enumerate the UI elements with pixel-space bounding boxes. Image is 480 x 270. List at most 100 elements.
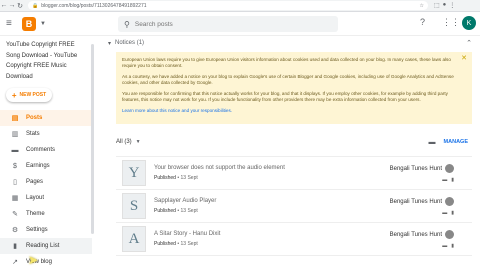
post-author: Bengali Tunes Hunt [389, 198, 442, 205]
blog-title-line: Song Download - YouTube [6, 52, 78, 59]
blog-title[interactable]: YouTube Copyright FREE Song Download - Y… [0, 36, 92, 82]
filter-label: All (3) [116, 139, 132, 145]
hamburger-menu-icon[interactable]: ≡ [6, 18, 18, 29]
post-filter-dropdown[interactable]: All (3) ▼ [116, 139, 141, 145]
mouse-cursor-icon: ➤ [28, 253, 39, 267]
blog-title-line: YouTube Copyright FREE [6, 42, 75, 48]
post-author: Bengali Tunes Hunt [389, 231, 442, 238]
notices-header[interactable]: ▾ Notices (1) ⌃ [100, 36, 478, 50]
close-icon[interactable]: ✕ [461, 55, 467, 62]
comment-icon: ▬ [442, 210, 448, 216]
post-date: 13 Sept [180, 208, 198, 214]
search-bar[interactable]: ⚲ [118, 16, 338, 32]
star-icon[interactable]: ☆ [420, 3, 424, 9]
sidebar-item-label: Posts [26, 115, 43, 121]
post-status: Published [154, 241, 176, 247]
sidebar-item-settings[interactable]: ⚙ Settings [0, 222, 92, 238]
post-date: 13 Sept [180, 175, 198, 181]
sidebar-item-label: Comments [26, 147, 56, 153]
label-icon[interactable]: ▬ [429, 139, 436, 146]
new-post-button[interactable]: + NEW POST [6, 88, 52, 102]
views-icon: ▮ [451, 177, 454, 183]
caret-down-icon: ▼ [135, 139, 141, 145]
manage-button[interactable]: MANAGE [444, 139, 468, 145]
author-avatar [445, 197, 454, 206]
sidebar-scrollbar[interactable] [91, 44, 94, 234]
views-icon: ▮ [451, 210, 454, 216]
theme-icon: ✎ [12, 211, 18, 218]
post-title[interactable]: Your browser does not support the audio … [154, 165, 285, 171]
learn-more-link[interactable]: Learn more about this notice and your re… [122, 108, 232, 113]
post-thumbnail: Y [122, 160, 146, 186]
sidebar-item-theme[interactable]: ✎ Theme [0, 206, 92, 222]
post-title[interactable]: Sapplayer Audio Player [154, 198, 216, 204]
notice-paragraph: You are responsible for confirming that … [122, 91, 448, 102]
sidebar-item-earnings[interactable]: $ Earnings [0, 158, 92, 174]
blog-title-line: Copyright FREE Music [6, 63, 67, 69]
sidebar-item-label: Theme [26, 211, 45, 217]
author-avatar [445, 164, 454, 173]
menu-icon[interactable]: ⋮ [449, 2, 455, 9]
post-row[interactable]: S Sapplayer Audio Player Published • 13 … [116, 190, 472, 223]
post-thumbnail: S [122, 193, 146, 219]
post-date: 13 Sept [180, 241, 198, 247]
posts-icon: ▤ [11, 115, 19, 122]
forward-icon[interactable]: → [8, 2, 16, 9]
post-status: Published [154, 208, 176, 214]
settings-icon: ⚙ [11, 227, 19, 234]
account-avatar[interactable]: K [462, 16, 476, 30]
sidebar-item-label: Settings [26, 227, 48, 233]
author-avatar [445, 230, 454, 239]
sidebar-item-comments[interactable]: ▬ Comments [0, 142, 92, 158]
post-row[interactable]: A A Sitar Story - Hanu Dixit Published •… [116, 223, 472, 256]
sidebar-item-stats[interactable]: ▥ Stats [0, 126, 92, 142]
apps-grid-icon[interactable]: ⋮⋮ [442, 17, 460, 28]
comment-icon: ▬ [442, 243, 448, 249]
sidebar-item-label: Earnings [26, 163, 50, 169]
chevron-up-icon[interactable]: ⌃ [466, 39, 472, 47]
reload-icon[interactable]: ↻ [16, 2, 24, 10]
sidebar-item-label: Stats [26, 131, 40, 137]
blog-selector-dropdown-icon[interactable]: ▼ [40, 21, 46, 27]
profile-icon[interactable]: ● [443, 2, 447, 9]
notice-paragraph: As a courtesy, we have added a notice on… [122, 74, 454, 85]
comment-icon: ▬ [442, 177, 448, 183]
post-author: Bengali Tunes Hunt [389, 165, 442, 172]
bookmark-icon: ▮ [13, 243, 17, 250]
cookie-notice: ✕ European Union laws require you to giv… [116, 52, 472, 124]
search-input[interactable] [134, 20, 315, 28]
browser-toolbar: ← → ↻ 🔒 blogger.com/blog/posts/711302647… [0, 0, 480, 12]
stats-icon: ▥ [11, 131, 19, 138]
search-icon: ⚲ [124, 19, 130, 29]
blog-title-line: Download [6, 73, 33, 80]
chevron-down-icon: ▾ [108, 40, 112, 47]
views-icon: ▮ [451, 243, 454, 249]
sidebar-item-label: Layout [26, 195, 45, 201]
app-header: ≡ B ▼ ⚲ ? ⋮⋮ K [0, 12, 480, 36]
post-row[interactable]: Y Your browser does not support the audi… [116, 157, 472, 190]
sidebar-item-label: Pages [26, 179, 44, 185]
address-bar[interactable]: 🔒 blogger.com/blog/posts/711302647849189… [28, 1, 428, 10]
lock-icon: 🔒 [32, 2, 39, 9]
post-title[interactable]: A Sitar Story - Hanu Dixit [154, 231, 220, 237]
comments-icon: ▬ [11, 146, 19, 154]
sidebar-item-label: Reading List [26, 243, 60, 249]
earnings-icon: $ [13, 162, 17, 170]
url-text: blogger.com/blog/posts/71130264784918922… [41, 2, 147, 9]
post-list: Y Your browser does not support the audi… [116, 156, 472, 256]
sidebar-item-pages[interactable]: ▯ Pages [0, 174, 92, 190]
back-icon[interactable]: ← [0, 2, 8, 9]
blogger-logo[interactable]: B [22, 16, 36, 31]
post-thumbnail: A [122, 226, 146, 252]
extensions-icon[interactable]: ⬚ [434, 2, 440, 9]
sidebar-item-view-blog[interactable]: ↗ View blog [0, 254, 92, 270]
layout-icon: ▦ [11, 195, 19, 202]
sidebar-item-reading-list[interactable]: ▮ Reading List [0, 238, 92, 254]
new-post-label: NEW POST [19, 92, 47, 98]
sidebar: YouTube Copyright FREE Song Download - Y… [0, 36, 94, 270]
post-filter-row: All (3) ▼ ▬ MANAGE [116, 134, 472, 150]
sidebar-item-layout[interactable]: ▦ Layout [0, 190, 92, 206]
sidebar-item-posts[interactable]: ▤ Posts [0, 110, 92, 126]
post-status: Published [154, 175, 176, 181]
help-icon[interactable]: ? [420, 17, 425, 27]
